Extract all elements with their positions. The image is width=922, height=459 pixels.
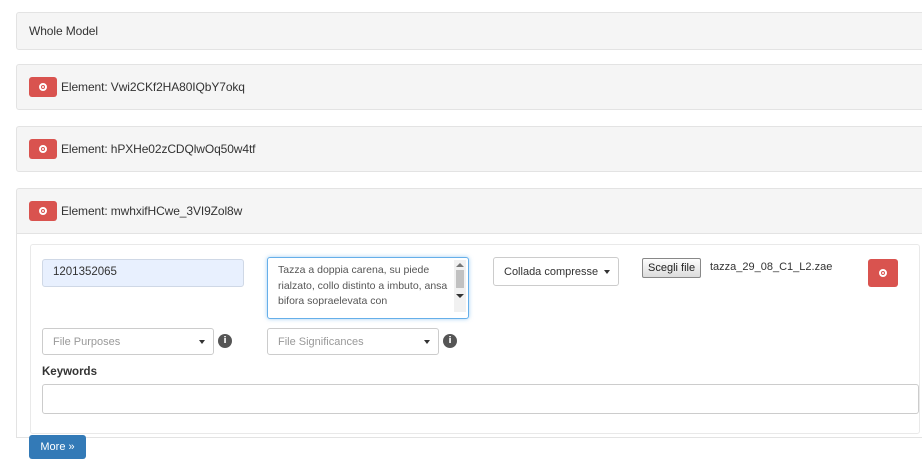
file-significances-placeholder: File Significances [278,335,364,348]
remove-element-button[interactable] [29,139,57,159]
remove-element-button[interactable] [29,201,57,221]
element-panel-header[interactable]: Element: hPXHe02zCDQlwOq50w4tf [16,126,922,172]
keywords-input[interactable] [42,384,919,414]
keywords-label: Keywords [42,366,97,378]
element-title: Element: mwhxifHCwe_3VI9Zol8w [61,204,243,218]
file-purposes-placeholder: File Purposes [53,335,121,348]
info-icon[interactable]: i [218,334,232,348]
remove-file-button[interactable] [868,259,898,287]
remove-icon [39,207,47,215]
chevron-down-icon [604,269,610,274]
element-title: Element: Vwi2CKf2HA80IQbY7okq [61,80,245,94]
chevron-down-icon [424,339,430,344]
element-panel-header[interactable]: Element: mwhxifHCwe_3VI9Zol8w [16,188,922,234]
file-significances-select[interactable]: File Significances [267,328,439,355]
whole-model-title: Whole Model [29,24,98,38]
file-type-value: Collada compresse [504,265,599,278]
file-type-select[interactable]: Collada compresse [493,257,619,286]
description-scrollbar[interactable] [454,260,466,312]
element-title: Element: hPXHe02zCDQlwOq50w4tf [61,142,256,156]
whole-model-panel-header[interactable]: Whole Model [16,12,922,50]
scroll-down-icon[interactable] [456,294,464,298]
file-purposes-select[interactable]: File Purposes [42,328,214,355]
info-icon[interactable]: i [443,334,457,348]
scroll-thumb[interactable] [456,270,464,288]
remove-icon [39,83,47,91]
inventory-number-input[interactable]: 1201352065 [42,259,244,287]
remove-element-button[interactable] [29,77,57,97]
description-textarea[interactable]: Tazza a doppia carena, su piede rialzato… [267,257,469,319]
selected-file-name: tazza_29_08_C1_L2.zae [710,261,833,273]
remove-icon [39,145,47,153]
more-button[interactable]: More » [29,435,86,459]
element-panel-header[interactable]: Element: Vwi2CKf2HA80IQbY7okq [16,64,922,110]
chevron-down-icon [199,339,205,344]
choose-file-button[interactable]: Scegli file [642,258,702,278]
scroll-up-icon[interactable] [456,263,464,267]
remove-icon [879,269,887,277]
